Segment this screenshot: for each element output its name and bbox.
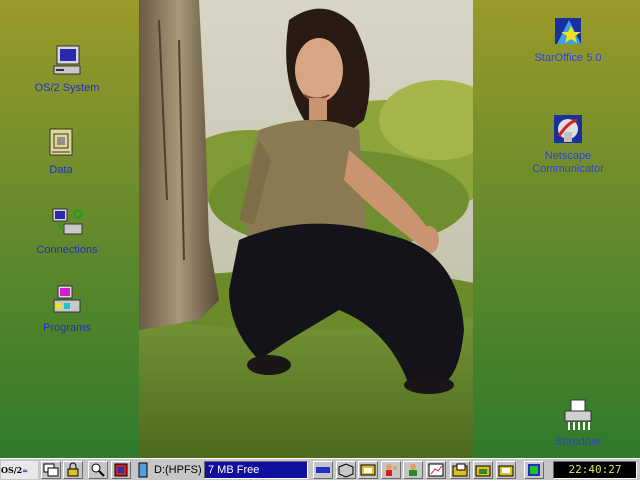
tray-button-1[interactable] [336,461,356,479]
icon-label-line1: Netscape [544,150,592,162]
icon-label: Data [49,164,73,176]
person-icon [409,464,417,476]
cpu-monitor-button[interactable] [313,461,333,479]
find-button[interactable] [88,461,108,479]
desktop-icon-shredder[interactable]: Shredder [528,398,628,449]
icon-label: Shredder [555,436,601,448]
desktop-icon-staroffice[interactable]: StarOffice 5.0 [518,14,618,65]
drive-folder-icon [360,464,376,476]
shutdown-icon [114,463,128,477]
desktop-icon-os2-system[interactable]: OS/2 System [17,44,117,95]
find-icon [91,463,105,477]
tray-button-6[interactable] [450,461,470,479]
tray-button-2[interactable] [358,461,378,479]
tray-button-4[interactable] [403,461,423,479]
window-list-button[interactable] [41,461,61,479]
free-space-field[interactable]: 7 MB Free [204,461,308,479]
desktop-icon-connections[interactable]: Connections [17,206,117,257]
clock[interactable]: 22:40:27 [553,461,637,479]
desktop: OS/2 System Data Connections Programs St… [0,0,640,458]
taskbar: OS/2≈ D:(HPFS) 7 MB Free 22:40:27 [0,458,640,480]
tray-button-8[interactable] [496,461,516,479]
desktop-icon-data[interactable]: Data [11,126,111,177]
window-list-icon [43,463,59,477]
chart-icon [428,463,444,477]
application-icon [528,464,540,476]
wallpaper-photo [139,0,473,458]
tray-button-9[interactable] [524,461,544,479]
staroffice-icon [551,14,585,48]
folder-icon [475,465,491,477]
lock-icon [67,462,79,477]
drive-label[interactable]: D:(HPFS) [154,461,204,479]
people-icon [386,464,397,476]
data-folder-icon [44,126,78,160]
desktop-icon-programs[interactable]: Programs [17,284,117,335]
tray-button-3[interactable] [381,461,401,479]
shutdown-button[interactable] [111,461,131,479]
os2-logo-button[interactable]: OS/2≈ [1,461,38,479]
shredder-icon [561,398,595,432]
network-computer-icon [50,206,84,240]
lockup-button[interactable] [63,461,83,479]
folder-icon [452,463,468,477]
icon-label: Programs [43,322,91,334]
monitor-icon [316,467,330,473]
folder-icon [498,465,514,477]
icon-label: StarOffice 5.0 [534,52,602,64]
os2-logo-text: OS/2 [1,465,23,475]
drive-icon[interactable] [136,461,150,479]
box-icon [338,463,354,478]
computer-icon [50,44,84,78]
wallpaper-image [139,0,473,458]
desktop-icon-netscape[interactable]: Netscape Communicator [518,112,618,176]
programs-icon [50,284,84,318]
icon-label: OS/2 System [34,82,100,94]
tray-button-7[interactable] [473,461,493,479]
icon-label-line2: Communicator [532,163,604,175]
warp-logo-icon: ≈ [22,466,29,475]
tray-button-5[interactable] [426,461,446,479]
icon-label: Connections [36,244,98,256]
netscape-icon [551,112,585,146]
